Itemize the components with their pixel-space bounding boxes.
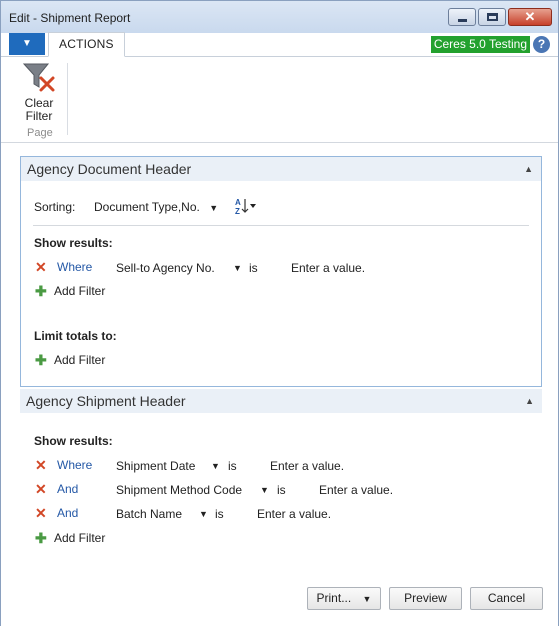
remove-filter-icon[interactable]: ✕ bbox=[35, 481, 47, 498]
minimize-icon bbox=[458, 19, 467, 22]
chevron-down-icon[interactable]: ▼ bbox=[233, 263, 242, 273]
svg-text:A: A bbox=[235, 198, 241, 207]
filter-connector[interactable]: And bbox=[57, 482, 78, 496]
chevron-down-icon[interactable]: ▼ bbox=[199, 509, 208, 519]
filter-value-input[interactable]: Enter a value. bbox=[257, 507, 331, 521]
clear-filter-label-line2: Filter bbox=[25, 109, 53, 123]
clear-filter-icon bbox=[22, 63, 55, 92]
remove-filter-icon[interactable]: ✕ bbox=[35, 505, 47, 522]
show-results-label: Show results: bbox=[34, 434, 113, 448]
limit-totals-label: Limit totals to: bbox=[34, 329, 117, 343]
minimize-button[interactable] bbox=[448, 8, 476, 26]
filter-operator: is bbox=[228, 459, 237, 473]
filter-connector[interactable]: And bbox=[57, 506, 78, 520]
add-icon: ✚ bbox=[35, 530, 47, 546]
section-header[interactable]: Agency Document Header ▲ bbox=[21, 157, 541, 181]
request-page-content: Agency Document Header ▲ Sorting: Docume… bbox=[1, 144, 558, 627]
section-title: Agency Document Header bbox=[27, 161, 192, 177]
remove-filter-icon[interactable]: ✕ bbox=[35, 259, 47, 276]
close-window-button[interactable]: ✕ bbox=[508, 8, 552, 26]
add-icon: ✚ bbox=[35, 283, 47, 299]
filter-value-input[interactable]: Enter a value. bbox=[270, 459, 344, 473]
chevron-down-icon: ▼ bbox=[22, 38, 32, 49]
sorting-value: Document Type,No. bbox=[94, 200, 200, 214]
maximize-icon bbox=[487, 13, 498, 21]
ribbon-group-separator bbox=[67, 63, 68, 135]
application-menu-button[interactable]: ▼ bbox=[9, 33, 45, 55]
clear-filter-button[interactable]: Clear Filter bbox=[19, 61, 59, 123]
chevron-down-icon[interactable]: ▼ bbox=[260, 485, 269, 495]
collapse-icon[interactable]: ▲ bbox=[524, 157, 533, 181]
sorting-dropdown[interactable]: Document Type,No. ▼ bbox=[94, 200, 218, 214]
filter-connector[interactable]: Where bbox=[57, 260, 92, 274]
filter-operator: is bbox=[215, 507, 224, 521]
svg-text:Z: Z bbox=[235, 207, 240, 215]
sort-order-button[interactable]: A Z bbox=[234, 197, 258, 218]
agency-document-header-section: Agency Document Header ▲ Sorting: Docume… bbox=[20, 156, 542, 387]
window-title: Edit - Shipment Report bbox=[9, 11, 131, 25]
filter-field[interactable]: Shipment Date bbox=[116, 459, 195, 473]
title-bar: Edit - Shipment Report ✕ bbox=[1, 1, 558, 33]
filter-operator: is bbox=[249, 261, 258, 275]
add-filter-link[interactable]: Add Filter bbox=[54, 284, 105, 298]
sort-az-icon: A Z bbox=[235, 198, 256, 216]
remove-filter-icon[interactable]: ✕ bbox=[35, 457, 47, 474]
help-icon[interactable]: ? bbox=[533, 36, 550, 53]
filter-connector[interactable]: Where bbox=[57, 458, 92, 472]
chevron-down-icon[interactable]: ▼ bbox=[211, 461, 220, 471]
maximize-button[interactable] bbox=[478, 8, 506, 26]
print-button-label: Print... bbox=[316, 591, 352, 605]
tab-actions[interactable]: ACTIONS bbox=[48, 32, 125, 57]
preview-button[interactable]: Preview bbox=[389, 587, 462, 610]
limit-add-filter-link[interactable]: Add Filter bbox=[54, 353, 105, 367]
environment-badge: Ceres 5.0 Testing bbox=[430, 36, 530, 53]
chevron-down-icon: ▼ bbox=[362, 594, 372, 604]
print-button[interactable]: Print... ▼ bbox=[307, 587, 381, 610]
filter-field[interactable]: Shipment Method Code bbox=[116, 483, 242, 497]
filter-field[interactable]: Batch Name bbox=[116, 507, 182, 521]
filter-field-dropdown[interactable]: Sell-to Agency No. bbox=[116, 261, 215, 275]
agency-shipment-header-section-header[interactable]: Agency Shipment Header ▲ bbox=[20, 389, 542, 413]
close-icon: ✕ bbox=[524, 9, 536, 24]
window-controls: ✕ bbox=[448, 8, 552, 26]
section-title: Agency Shipment Header bbox=[26, 393, 186, 409]
filter-value-input[interactable]: Enter a value. bbox=[319, 483, 393, 497]
filter-value-input[interactable]: Enter a value. bbox=[291, 261, 365, 275]
ribbon-content: Clear Filter Page bbox=[1, 57, 558, 143]
ribbon-group-label: Page bbox=[27, 127, 53, 139]
filter-operator: is bbox=[277, 483, 286, 497]
add-icon: ✚ bbox=[35, 352, 47, 368]
sorting-label: Sorting: bbox=[34, 200, 76, 214]
sorting-divider bbox=[33, 225, 529, 226]
show-results-label: Show results: bbox=[34, 236, 113, 250]
ribbon-tabs: ▼ ACTIONS Ceres 5.0 Testing ? bbox=[1, 32, 558, 57]
filter-field: Sell-to Agency No. bbox=[116, 261, 215, 275]
chevron-down-icon: ▼ bbox=[209, 203, 219, 213]
cancel-button[interactable]: Cancel bbox=[470, 587, 543, 610]
collapse-icon[interactable]: ▲ bbox=[525, 389, 534, 413]
add-filter-link[interactable]: Add Filter bbox=[54, 531, 105, 545]
edit-shipment-report-window: Edit - Shipment Report ✕ ▼ ACTIONS Ceres… bbox=[0, 0, 559, 627]
